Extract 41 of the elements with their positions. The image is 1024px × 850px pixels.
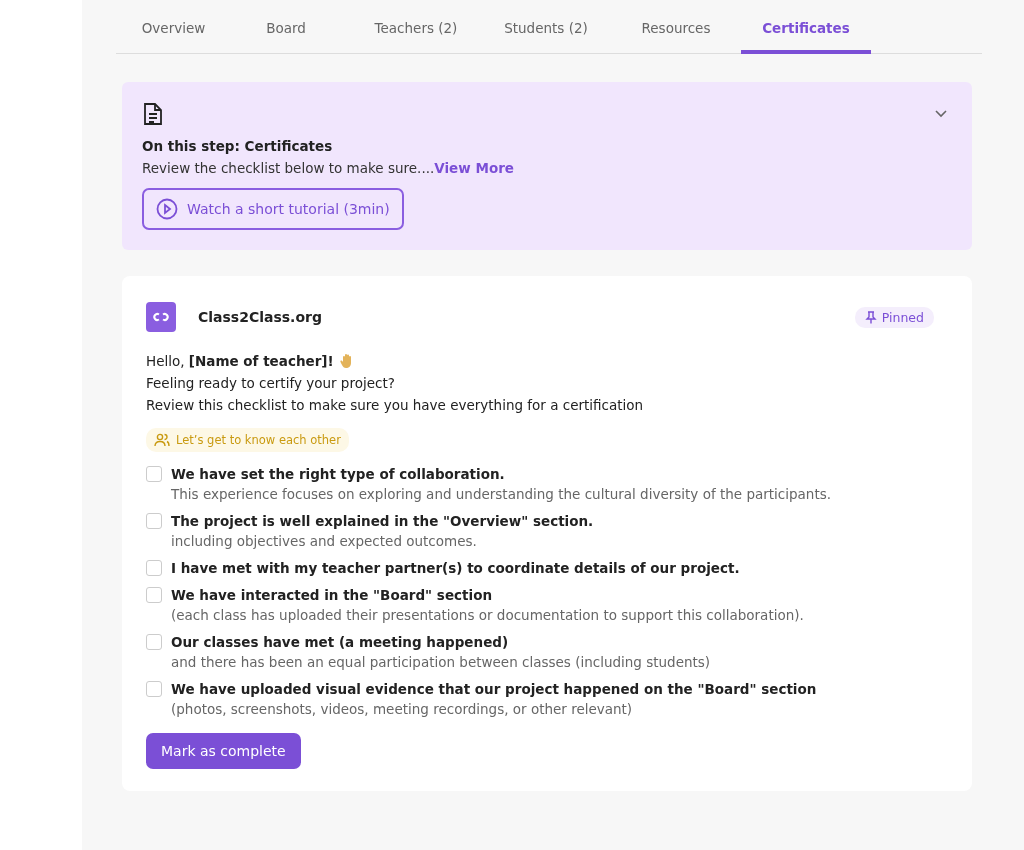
greeting-text: Hello, [Name of teacher]!	[146, 352, 334, 371]
chevron-down-icon[interactable]	[934, 108, 948, 118]
checklist-title: We have interacted in the "Board" section	[171, 586, 493, 605]
step-title: On this step: Certificates	[142, 138, 333, 154]
tab[interactable]: Teachers (2)	[351, 0, 481, 54]
people-icon	[154, 433, 170, 447]
checklist-title: I have met with my teacher partner(s) to coordinate details of our project.	[171, 559, 740, 578]
hand-icon	[339, 353, 354, 369]
tab[interactable]: Students (2)	[481, 0, 611, 54]
tab[interactable]: Certificates	[741, 0, 871, 54]
message-line: Feeling ready to certify your project?	[146, 374, 395, 393]
tag-label: Let’s get to know each other	[176, 433, 341, 447]
tab[interactable]: Board	[221, 0, 351, 54]
checkbox[interactable]	[146, 513, 162, 529]
checkbox[interactable]	[146, 681, 162, 697]
pin-icon	[864, 310, 877, 324]
checklist-detail: and there has been an equal participation between classes (including students)	[171, 653, 711, 672]
checklist-title: The project is well explained in the "Overview" section.	[171, 512, 594, 531]
tutorial-button[interactable]: Watch a short tutorial (3min)	[142, 188, 404, 230]
checklist-detail: (photos, screenshots, videos, meeting recordings, or other relevant)	[171, 700, 634, 719]
checklist-title: Our classes have met (a meeting happened)	[171, 633, 510, 652]
checkbox[interactable]	[146, 634, 162, 650]
checkbox[interactable]	[146, 560, 162, 576]
message-line: Review this checklist to make sure you have everything for a certification	[146, 396, 644, 415]
view-more-link[interactable]: View More	[434, 160, 514, 176]
checklist-detail: including objectives and expected outcomes.	[171, 532, 478, 551]
checkbox[interactable]	[146, 587, 162, 603]
checklist-title: We have uploaded visual evidence that our project happened on the "Board" section	[171, 680, 817, 699]
checklist-detail: (each class has uploaded their presentations or documentation to support this collaboration).	[171, 606, 804, 625]
document-icon	[142, 102, 164, 126]
checkbox[interactable]	[146, 466, 162, 482]
play-icon	[156, 198, 178, 220]
author-name: Class2Class.org	[198, 309, 323, 325]
tab[interactable]: Overview	[126, 0, 221, 54]
mark-complete-button[interactable]: Mark as complete	[146, 733, 301, 769]
checklist-detail: This experience focuses on exploring and understanding the cultural diversity of the participants.	[171, 485, 832, 504]
logo-icon	[146, 302, 176, 332]
badge-label: Pinned	[881, 309, 924, 325]
tab[interactable]: Resources	[611, 0, 741, 54]
checklist-title: We have set the right type of collaboration.	[171, 465, 506, 484]
step-description: Review the checklist below to make sure....View More	[142, 160, 514, 176]
